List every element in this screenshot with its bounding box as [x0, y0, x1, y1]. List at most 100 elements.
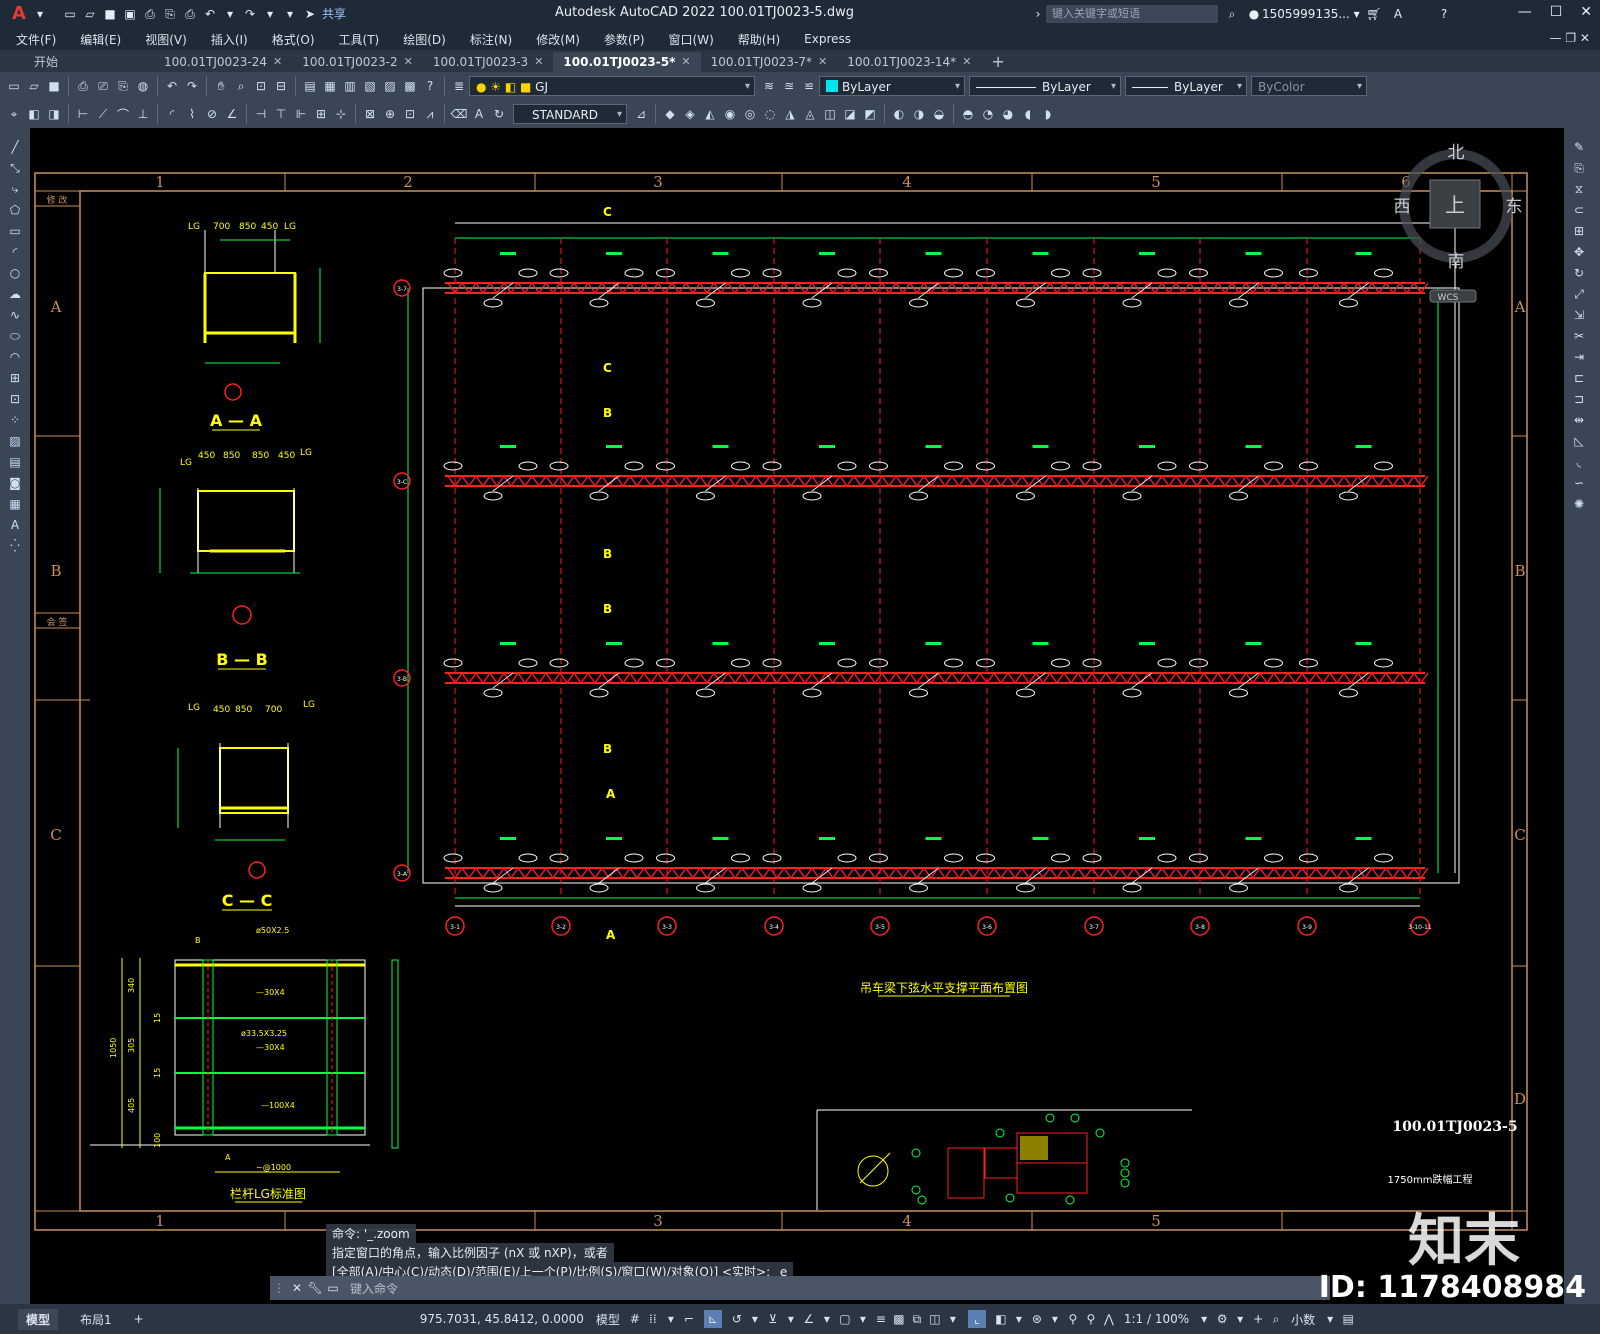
- zoom-previous-icon[interactable]: ⊟: [271, 76, 291, 96]
- plot-icon[interactable]: ⎙: [73, 76, 93, 96]
- menu-view[interactable]: 视图(V): [133, 31, 199, 48]
- plot-icon[interactable]: ⎙: [182, 6, 198, 22]
- layer-properties-icon[interactable]: ≣: [449, 76, 469, 96]
- isodraft-icon[interactable]: ⊻: [764, 1310, 782, 1328]
- units[interactable]: 小数: [1291, 1311, 1315, 1328]
- dimstyle-dropdown[interactable]: STANDARD ▾: [513, 104, 627, 124]
- torus-icon[interactable]: ◌: [760, 104, 780, 124]
- polar-chevron-icon[interactable]: ▾: [746, 1310, 764, 1328]
- calculator-icon[interactable]: ▩: [400, 76, 420, 96]
- slice-icon[interactable]: ◖: [1018, 104, 1038, 124]
- performance-icon[interactable]: ⌕: [1267, 1310, 1285, 1328]
- close-icon[interactable]: ✕: [962, 52, 971, 72]
- layout-tab-model[interactable]: 模型: [18, 1308, 59, 1330]
- break-at-point-icon[interactable]: ⊏: [1568, 368, 1590, 388]
- line-icon[interactable]: ╱: [4, 137, 26, 157]
- extrude-icon[interactable]: ◪: [840, 104, 860, 124]
- layer-state-icon[interactable]: ≌: [799, 76, 819, 96]
- subtract-icon[interactable]: ◔: [978, 104, 998, 124]
- blend-icon[interactable]: ∽: [1568, 473, 1590, 493]
- new-layout-icon[interactable]: +: [134, 1312, 144, 1326]
- hatch-icon[interactable]: ▨: [4, 431, 26, 451]
- menu-edit[interactable]: 编辑(E): [68, 31, 133, 48]
- gizmo-icon[interactable]: ⊛: [1028, 1310, 1046, 1328]
- zoom-window-icon[interactable]: ⊡: [251, 76, 271, 96]
- rotate-icon[interactable]: ↻: [1568, 263, 1590, 283]
- viewcube-wcs[interactable]: WCS: [1438, 293, 1459, 303]
- redo-icon[interactable]: ↷: [182, 76, 202, 96]
- join-icon[interactable]: ⇹: [1568, 410, 1590, 430]
- open-icon[interactable]: ▱: [24, 76, 44, 96]
- revolve-icon[interactable]: ◑: [909, 104, 929, 124]
- viewcube-south[interactable]: 南: [1448, 252, 1465, 272]
- menu-window[interactable]: 窗口(W): [657, 31, 726, 48]
- undo-chevron-icon[interactable]: ▾: [222, 6, 238, 22]
- polar-icon[interactable]: ↺: [728, 1310, 746, 1328]
- ellipse-icon[interactable]: ⬭: [4, 326, 26, 346]
- linetype-dropdown[interactable]: ByLayer ▾: [969, 76, 1121, 96]
- radius-dim-icon[interactable]: ◜: [162, 104, 182, 124]
- polygon-icon[interactable]: ⬠: [4, 200, 26, 220]
- tab-file-2[interactable]: 100.01TJ0023-2 ✕: [292, 52, 423, 72]
- share-icon[interactable]: ➤: [302, 6, 318, 22]
- cylinder-icon[interactable]: ◎: [740, 104, 760, 124]
- viewcube-top[interactable]: 上: [1445, 193, 1465, 217]
- close-icon[interactable]: ✕: [681, 52, 690, 72]
- close-icon[interactable]: ✕: [288, 1279, 306, 1297]
- selection-cycling-icon[interactable]: ⧉: [908, 1310, 926, 1328]
- make-block-icon[interactable]: ⊡: [4, 389, 26, 409]
- save-icon[interactable]: ■: [102, 6, 118, 22]
- search-input[interactable]: 键入关键字或短语: [1046, 5, 1218, 23]
- construction-line-icon[interactable]: ⤡: [4, 158, 26, 178]
- tab-file-5[interactable]: 100.01TJ0023-5* ✕: [553, 52, 701, 72]
- quick-properties-icon[interactable]: ▤: [1339, 1310, 1357, 1328]
- insert-block-icon[interactable]: ⊞: [4, 368, 26, 388]
- ortho-icon[interactable]: ⊾: [703, 1310, 722, 1328]
- array-icon[interactable]: ⊞: [1568, 221, 1590, 241]
- layout-tab-1[interactable]: 布局1: [80, 1311, 112, 1328]
- design-center-icon[interactable]: ▦: [320, 76, 340, 96]
- menu-draw[interactable]: 绘图(D): [391, 31, 458, 48]
- sheet-set-icon[interactable]: ▧: [360, 76, 380, 96]
- selection-filter-chevron-icon[interactable]: ▾: [1010, 1310, 1028, 1328]
- annotation-scale[interactable]: 1:1 / 100%: [1124, 1312, 1189, 1326]
- annotation-scale-icon[interactable]: ⋀: [1100, 1310, 1118, 1328]
- copy-icon[interactable]: ⎘: [1568, 158, 1590, 178]
- snap-icon[interactable]: ⁞⁞: [644, 1310, 662, 1328]
- angular-dim-icon[interactable]: ∠: [222, 104, 242, 124]
- tolerance-icon[interactable]: ⊠: [360, 104, 380, 124]
- inspect-icon[interactable]: ⊡: [400, 104, 420, 124]
- extend-icon[interactable]: ⇥: [1568, 347, 1590, 367]
- plotstyle-dropdown[interactable]: ByColor ▾: [1251, 76, 1367, 96]
- aligned-dim-icon[interactable]: ⟋: [93, 104, 113, 124]
- infer-icon[interactable]: ⌐: [680, 1310, 698, 1328]
- circle-icon[interactable]: ○: [4, 263, 26, 283]
- transparency-icon[interactable]: ▩: [890, 1310, 908, 1328]
- otrack-icon[interactable]: ∠: [800, 1310, 818, 1328]
- viewcube-west[interactable]: 西: [1394, 197, 1411, 217]
- jogged-dim-icon[interactable]: ⌇: [182, 104, 202, 124]
- color-dropdown[interactable]: ByLayer ▾: [819, 76, 965, 96]
- new-icon[interactable]: ▭: [62, 6, 78, 22]
- selection-filter-icon[interactable]: ◧: [992, 1310, 1010, 1328]
- diameter-dim-icon[interactable]: ⊘: [202, 104, 222, 124]
- menu-modify[interactable]: 修改(M): [524, 31, 592, 48]
- explode-icon[interactable]: ✺: [1568, 494, 1590, 514]
- tab-file-14[interactable]: 100.01TJ0023-14* ✕: [837, 52, 982, 72]
- cart-icon[interactable]: 🛒︎: [1366, 6, 1382, 22]
- linear-dim-icon[interactable]: ⊢: [73, 104, 93, 124]
- arc-icon[interactable]: ◜: [4, 242, 26, 262]
- close-icon[interactable]: ✕: [534, 52, 543, 72]
- mtext-icon[interactable]: A: [4, 515, 26, 535]
- pan-icon[interactable]: ✋︎: [211, 76, 231, 96]
- ellipse-arc-icon[interactable]: ◠: [4, 347, 26, 367]
- rectangle-icon[interactable]: ▭: [4, 221, 26, 241]
- command-input[interactable]: 键入命令: [350, 1280, 398, 1297]
- 3d-osnap-chevron-icon[interactable]: ▾: [944, 1310, 962, 1328]
- cone-icon[interactable]: ◭: [700, 104, 720, 124]
- planar-icon[interactable]: ◫: [820, 104, 840, 124]
- layer-previous-icon[interactable]: ≊: [779, 76, 799, 96]
- intersect-icon[interactable]: ◕: [998, 104, 1018, 124]
- plus-icon[interactable]: +: [1249, 1310, 1267, 1328]
- search-icon[interactable]: ⌕: [1224, 6, 1240, 22]
